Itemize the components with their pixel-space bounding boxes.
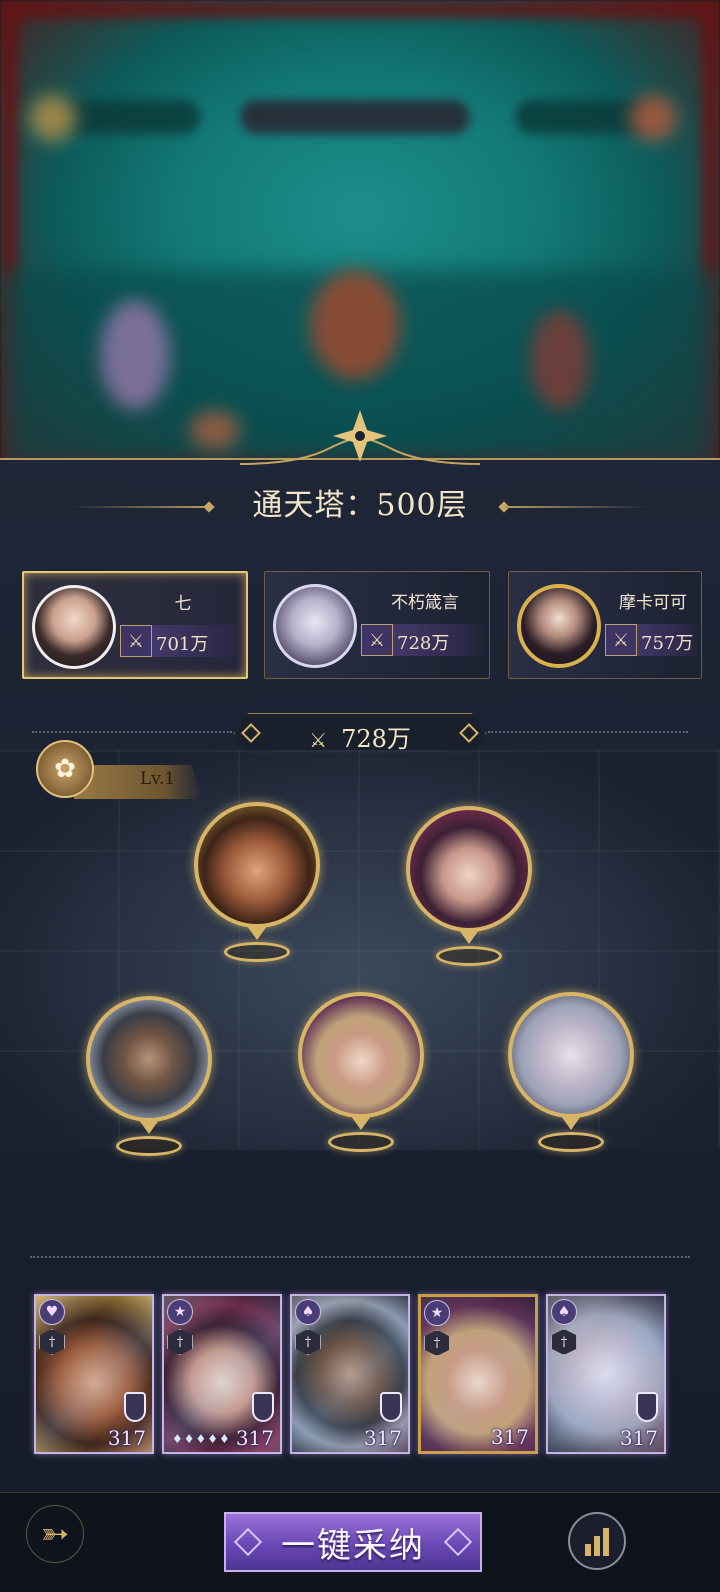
spade-icon: ♠: [295, 1299, 321, 1325]
hero-portrait: [86, 996, 212, 1122]
hero-portrait: [298, 992, 424, 1118]
heart-icon: ♥: [39, 1299, 65, 1325]
player-name: 摩卡可可: [619, 593, 687, 613]
ranking-button[interactable]: [568, 1512, 626, 1570]
hero-card-1[interactable]: ♥ † 317: [34, 1294, 154, 1454]
star-icon: ★: [167, 1299, 193, 1325]
hero-card-level: 317: [363, 1426, 402, 1450]
bar-chart-icon: [585, 1544, 591, 1556]
player-avatar: [517, 584, 601, 668]
one-click-adopt-label: 一键采纳: [281, 1525, 425, 1566]
hero-card-3[interactable]: ♠ † 317: [290, 1294, 410, 1454]
hero-portrait: [406, 806, 532, 932]
player-name: 不朽箴言: [391, 593, 459, 613]
player-card-3[interactable]: 摩卡可可 ⚔ 757万: [508, 571, 702, 679]
hero-portrait: [194, 802, 320, 928]
shield-icon: [380, 1392, 402, 1422]
shield-icon: [636, 1392, 658, 1422]
crossed-swords-icon: ⚔: [361, 624, 393, 656]
crossed-swords-icon: ⚔: [605, 624, 637, 656]
battle-scene-background: [0, 0, 720, 470]
formation-slot-5[interactable]: [508, 992, 634, 1152]
hero-card-stars: ♦♦♦♦♦: [172, 1432, 231, 1446]
hero-portrait: [508, 992, 634, 1118]
back-arrow-icon: ➳: [40, 1514, 70, 1554]
player-card-2[interactable]: 不朽箴言 ⚔ 728万: [264, 571, 490, 679]
crossed-swords-icon: ⚔: [120, 625, 152, 657]
hero-card-level: 317: [107, 1426, 146, 1450]
formation-slot-2[interactable]: [406, 806, 532, 966]
crossed-swords-icon: ⚔: [309, 728, 328, 752]
hero-card-level: 317: [235, 1426, 274, 1450]
player-power: ⚔ 757万: [605, 624, 701, 656]
formation-slot-1[interactable]: [194, 802, 320, 962]
cards-divider: [30, 1256, 690, 1258]
hero-card-5[interactable]: ♠ † 317: [546, 1294, 666, 1454]
one-click-adopt-button[interactable]: 一键采纳: [224, 1512, 482, 1572]
hero-card-level: 317: [619, 1426, 658, 1450]
team-power-value: 728万: [341, 725, 411, 753]
hero-card-level: 317: [490, 1425, 529, 1449]
player-power: ⚔ 701万: [120, 625, 244, 657]
title-divider-right: [505, 506, 650, 508]
player-name: 七: [174, 594, 192, 614]
player-power: ⚔ 728万: [361, 624, 485, 656]
shield-icon: [252, 1392, 274, 1422]
shield-icon: [124, 1392, 146, 1422]
player-avatar: [273, 584, 357, 668]
hero-card-2[interactable]: ★ † ♦♦♦♦♦ 317: [162, 1294, 282, 1454]
flower-emblem-icon: ✿: [36, 740, 94, 798]
panel-crest-ornament: [240, 410, 480, 465]
player-avatar: [32, 585, 116, 669]
spade-icon: ♠: [551, 1299, 577, 1325]
hero-card-4[interactable]: ★ † 317: [418, 1294, 538, 1454]
player-card-1[interactable]: 七 ⚔ 701万: [22, 571, 248, 679]
page-title: 通天塔：500层: [252, 488, 468, 523]
team-power-box: ⚔ 728万: [234, 713, 486, 753]
star-icon: ★: [424, 1300, 450, 1326]
formation-slot-4[interactable]: [298, 992, 424, 1152]
power-divider-left: [32, 731, 232, 733]
back-button[interactable]: ➳: [26, 1505, 84, 1563]
formation-slot-3[interactable]: [86, 996, 212, 1156]
power-divider-right: [488, 731, 688, 733]
